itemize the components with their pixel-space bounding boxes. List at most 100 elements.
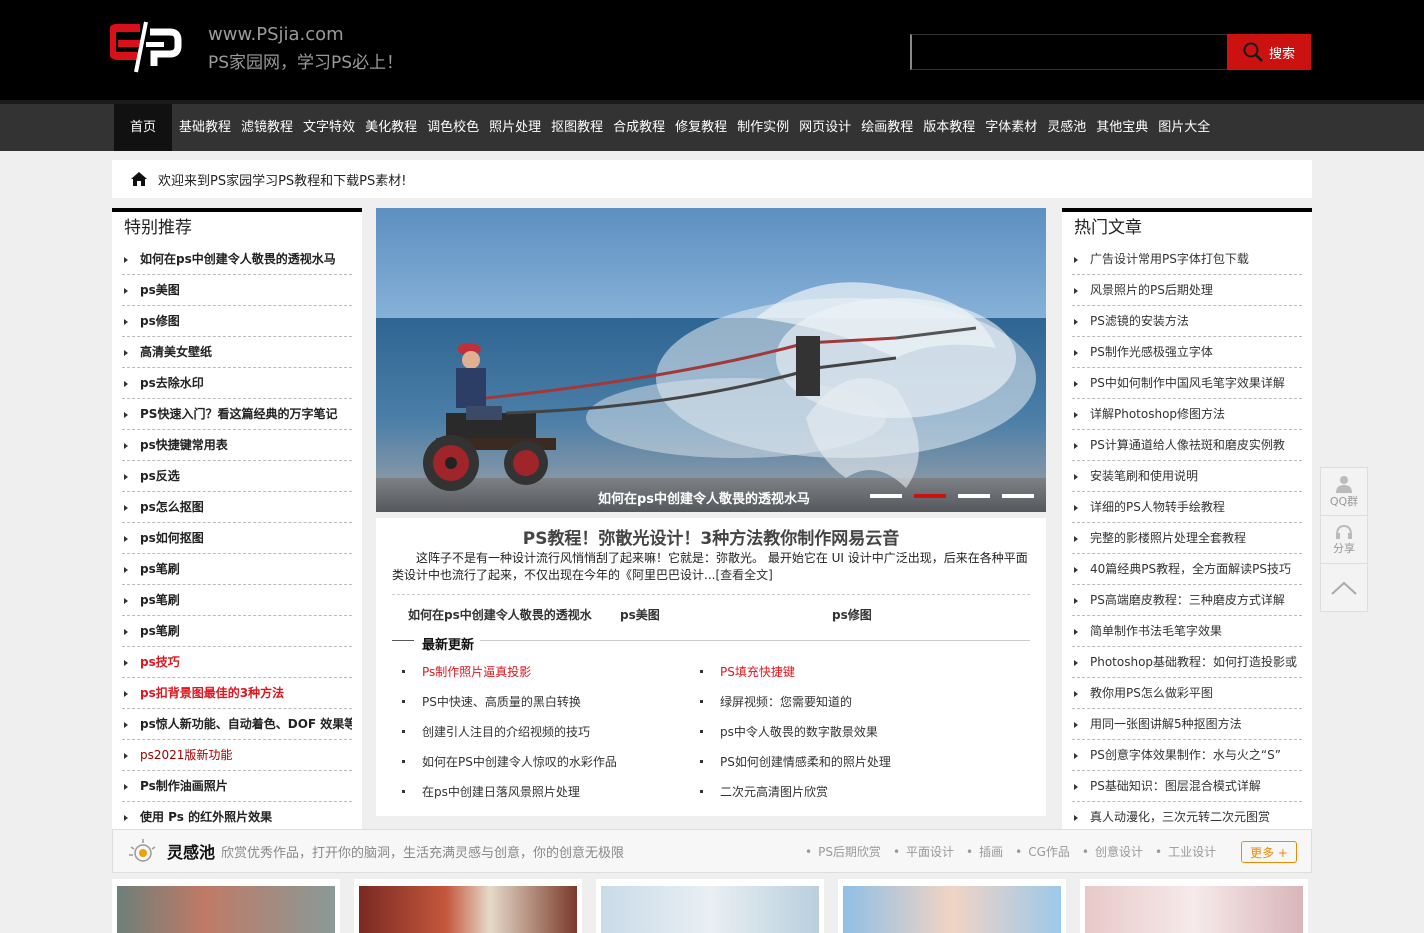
hot-article-item[interactable]: PS高端磨皮教程：三种磨皮方式详解	[1072, 585, 1302, 616]
more-button[interactable]: 更多 +	[1241, 841, 1297, 863]
inspiration-title[interactable]: 灵感池	[167, 839, 215, 863]
back-to-top-button[interactable]	[1321, 564, 1367, 612]
share-button[interactable]: 分享	[1321, 516, 1367, 564]
hot-article-item[interactable]: 风景照片的PS后期处理	[1072, 275, 1302, 306]
quick-link[interactable]: 如何在ps中创建令人敬畏的透视水	[408, 606, 592, 623]
slide-caption[interactable]: 如何在ps中创建令人敬畏的透视水马	[598, 488, 810, 507]
featured-item[interactable]: ps笔刷	[122, 616, 352, 647]
nav-item[interactable]: 文字特效	[298, 104, 360, 151]
nav-item[interactable]: 基础教程	[174, 104, 236, 151]
quick-link[interactable]: ps美图	[620, 606, 660, 623]
inspiration-tag[interactable]: 创意设计	[1082, 843, 1143, 860]
nav-item[interactable]: 照片处理	[484, 104, 546, 151]
hot-article-item[interactable]: 教你用PS怎么做彩平图	[1072, 678, 1302, 709]
nav-item[interactable]: 绘画教程	[856, 104, 918, 151]
featured-item[interactable]: ps怎么抠图	[122, 492, 352, 523]
thumbnail[interactable]	[596, 879, 824, 933]
featured-item[interactable]: ps扣背景图最佳的3种方法	[122, 678, 352, 709]
hot-article-item[interactable]: 真人动漫化，三次元转二次元图赏	[1072, 802, 1302, 830]
inspiration-tag[interactable]: PS后期欣赏	[805, 843, 881, 860]
featured-item[interactable]: ps去除水印	[122, 368, 352, 399]
thumbnail[interactable]	[838, 879, 1066, 933]
inspiration-tag[interactable]: 插画	[966, 843, 1003, 860]
hot-article-item[interactable]: 安装笔刷和使用说明	[1072, 461, 1302, 492]
site-logo[interactable]	[110, 20, 182, 74]
nav-item[interactable]: 修复教程	[670, 104, 732, 151]
hot-article-item[interactable]: 完整的影楼照片处理全套教程	[1072, 523, 1302, 554]
thumbnail[interactable]	[354, 879, 582, 933]
nav-item[interactable]: 调色校色	[422, 104, 484, 151]
welcome-text: 欢迎来到PS家园学习PS教程和下载PS素材!	[158, 173, 407, 189]
featured-item[interactable]: ps2021版新功能	[122, 740, 352, 771]
hot-article-item[interactable]: PS中如何制作中国风毛笔字效果详解	[1072, 368, 1302, 399]
hot-article-item[interactable]: 简单制作书法毛笔字效果	[1072, 616, 1302, 647]
quick-link[interactable]: ps修图	[832, 606, 872, 623]
nav-item[interactable]: 网页设计	[794, 104, 856, 151]
nav-item[interactable]: 灵感池	[1042, 104, 1091, 151]
nav-item[interactable]: 滤镜教程	[236, 104, 298, 151]
latest-item[interactable]: ps中令人敬畏的数字散景效果	[700, 723, 878, 740]
nav-item[interactable]: 美化教程	[360, 104, 422, 151]
hot-article-item[interactable]: 用同一张图讲解5种抠图方法	[1072, 709, 1302, 740]
nav-item[interactable]: 其他宝典	[1091, 104, 1153, 151]
nav-item[interactable]: 版本教程	[918, 104, 980, 151]
featured-item[interactable]: Ps制作油画照片	[122, 771, 352, 802]
slider-dot[interactable]	[1002, 494, 1034, 498]
hot-article-item[interactable]: 40篇经典PS教程，全方面解读PS技巧	[1072, 554, 1302, 585]
latest-item[interactable]: Ps制作照片逼真投影	[402, 663, 531, 680]
read-more-link[interactable]: [查看全文]	[715, 568, 772, 582]
slider-dot[interactable]	[958, 494, 990, 498]
nav-item[interactable]: 抠图教程	[546, 104, 608, 151]
latest-item[interactable]: PS如何创建情感柔和的照片处理	[700, 753, 891, 770]
chevron-up-icon	[1331, 581, 1357, 595]
featured-item[interactable]: ps笔刷	[122, 585, 352, 616]
hot-article-item[interactable]: PS基础知识：图层混合模式详解	[1072, 771, 1302, 802]
nav-item[interactable]: 字体素材	[980, 104, 1042, 151]
slider-dot[interactable]	[914, 494, 946, 498]
hot-article-item[interactable]: 详解Photoshop修图方法	[1072, 399, 1302, 430]
featured-slider[interactable]: 如何在ps中创建令人敬畏的透视水马	[376, 208, 1046, 512]
featured-item[interactable]: ps惊人新功能、自动着色、DOF 效果等	[122, 709, 352, 740]
hot-article-item[interactable]: PS计算通道给人像祛斑和磨皮实例教	[1072, 430, 1302, 461]
featured-item[interactable]: ps修图	[122, 306, 352, 337]
inspiration-tag[interactable]: 平面设计	[893, 843, 954, 860]
search-button[interactable]: 搜索	[1227, 34, 1311, 70]
inspiration-tag[interactable]: 工业设计	[1155, 843, 1216, 860]
thumbnail[interactable]	[1080, 879, 1308, 933]
inspiration-tag[interactable]: CG作品	[1015, 843, 1070, 860]
latest-item[interactable]: PS中快速、高质量的黑白转换	[402, 693, 581, 710]
nav-item[interactable]: 图片大全	[1153, 104, 1215, 151]
nav-item[interactable]: 合成教程	[608, 104, 670, 151]
nav-item[interactable]: 首页	[114, 104, 173, 151]
home-icon[interactable]	[130, 171, 148, 187]
nav-item[interactable]: 制作实例	[732, 104, 794, 151]
qq-group-button[interactable]: QQ群	[1321, 468, 1367, 516]
featured-item[interactable]: 高清美女壁纸	[122, 337, 352, 368]
slider-dot[interactable]	[870, 494, 902, 498]
hot-article-item[interactable]: 详细的PS人物转手绘教程	[1072, 492, 1302, 523]
featured-item[interactable]: 如何在ps中创建令人敬畏的透视水马	[122, 244, 352, 275]
featured-item[interactable]: ps技巧	[122, 647, 352, 678]
latest-item[interactable]: PS填充快捷键	[700, 663, 795, 680]
latest-item[interactable]: 创建引人注目的介绍视频的技巧	[402, 723, 590, 740]
featured-item[interactable]: 使用 Ps 的红外照片效果	[122, 802, 352, 830]
latest-item[interactable]: 绿屏视频：您需要知道的	[700, 693, 852, 710]
hot-article-item[interactable]: 广告设计常用PS字体打包下载	[1072, 244, 1302, 275]
featured-item[interactable]: ps反选	[122, 461, 352, 492]
featured-item[interactable]: ps美图	[122, 275, 352, 306]
hot-article-item[interactable]: PS制作光感极强立字体	[1072, 337, 1302, 368]
hot-article-item[interactable]: PS创意字体效果制作：水与火之“S”	[1072, 740, 1302, 771]
latest-item[interactable]: 二次元高清图片欣赏	[700, 783, 828, 800]
latest-item[interactable]: 在ps中创建日落风景照片处理	[402, 783, 580, 800]
featured-item[interactable]: ps如何抠图	[122, 523, 352, 554]
hot-article-item[interactable]: Photoshop基础教程：如何打造投影或	[1072, 647, 1302, 678]
hot-article-item[interactable]: PS滤镜的安装方法	[1072, 306, 1302, 337]
search-button-label: 搜索	[1268, 46, 1295, 62]
latest-item[interactable]: 如何在PS中创建令人惊叹的水彩作品	[402, 753, 617, 770]
featured-item[interactable]: ps笔刷	[122, 554, 352, 585]
article-headline[interactable]: PS教程！弥散光设计！3种方法教你制作网易云音	[376, 524, 1046, 549]
search-input[interactable]	[910, 34, 1228, 70]
featured-item[interactable]: PS快速入门？看这篇经典的万字笔记	[122, 399, 352, 430]
thumbnail[interactable]	[112, 879, 340, 933]
featured-item[interactable]: ps快捷键常用表	[122, 430, 352, 461]
